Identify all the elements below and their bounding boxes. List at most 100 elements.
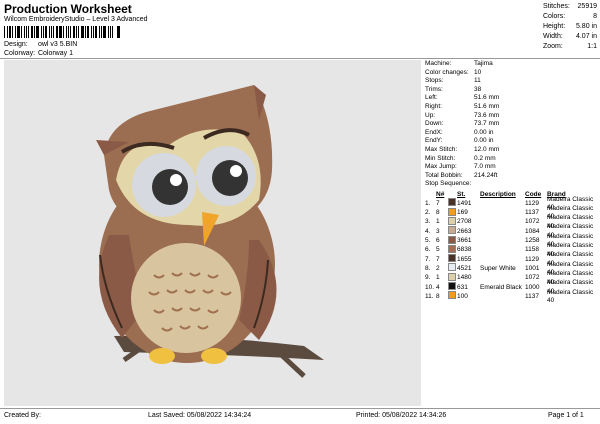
colorway-label: Colorway: — [4, 50, 36, 57]
barcode-bar — [87, 26, 89, 38]
stop-stitches: 4521 — [457, 264, 472, 272]
detail-row: Up: 73.6 mm — [425, 112, 597, 121]
barcode-bar — [28, 26, 30, 38]
detail-label: Max Jump: — [425, 163, 457, 171]
barcode-bar — [85, 26, 87, 38]
summary-label: Colors: — [543, 13, 566, 20]
stop-code: 1137 — [525, 209, 539, 217]
detail-value: 0.2 mm — [474, 154, 496, 162]
barcode-bar — [55, 26, 58, 38]
barcode-bar — [65, 26, 67, 38]
summary-row: Colors: 8 — [543, 12, 597, 22]
stop-code: 1129 — [525, 199, 539, 207]
detail-value: 0.00 in — [474, 128, 494, 136]
barcode-bar — [8, 26, 11, 38]
barcode-bar — [34, 26, 36, 38]
stop-code: 1072 — [525, 274, 540, 282]
detail-label: Right: — [425, 102, 442, 110]
barcode-bar — [67, 26, 70, 38]
stop-index: 2. — [425, 209, 431, 217]
detail-row: Machine: Tajima — [425, 60, 597, 69]
detail-value: Tajima — [474, 60, 493, 67]
design-row: Design: owl v3 5.BIN — [4, 41, 77, 48]
barcode-bar — [100, 26, 102, 38]
barcode-bar — [90, 26, 92, 38]
stop-code: 1158 — [525, 246, 539, 254]
barcode-bar — [76, 26, 78, 38]
detail-row: Max Jump: 7.0 mm — [425, 163, 597, 172]
stop-description: Super White — [480, 264, 516, 272]
detail-value: 11 — [474, 77, 481, 85]
stop-index: 6. — [425, 246, 431, 254]
detail-label: Left: — [425, 94, 438, 102]
barcode-bar — [16, 26, 20, 38]
detail-value: 7.0 mm — [474, 163, 496, 171]
stop-stitches: 631 — [457, 283, 468, 291]
stop-needle: 8 — [436, 292, 440, 300]
created-by: Created By: — [4, 412, 41, 419]
color-swatch-icon — [448, 291, 456, 300]
detail-row: EndY: 0.00 in — [425, 137, 597, 146]
barcode-bar — [23, 26, 26, 38]
detail-value: 73.7 mm — [474, 120, 500, 128]
design-value: owl v3 5.BIN — [37, 41, 78, 48]
stop-index: 1. — [425, 199, 431, 207]
owl-embroidery-image — [96, 85, 324, 378]
summary-label: Width: — [543, 33, 563, 40]
detail-label: EndX: — [425, 128, 443, 136]
barcode-bar — [58, 26, 62, 38]
stop-code: 1000 — [525, 283, 540, 291]
color-swatch-icon — [448, 244, 456, 253]
software-subtitle: Wilcom EmbroideryStudio – Level 3 Advanc… — [4, 16, 148, 23]
summary-row: Height: 5.80 in — [543, 22, 597, 32]
detail-value: 51.6 mm — [474, 102, 500, 110]
stop-code: 1084 — [525, 227, 540, 235]
detail-value: 0.00 in — [474, 137, 494, 145]
barcode-bar — [94, 26, 97, 38]
stop-code: 1258 — [525, 237, 540, 245]
header-stitches: St. — [457, 190, 466, 198]
stop-needle: 1 — [436, 274, 440, 282]
stop-needle: 3 — [436, 227, 440, 235]
detail-value: 38 — [474, 85, 482, 93]
stop-row: 11. 8 100 1137 Madeira Classic 40 — [425, 289, 597, 305]
barcode-bar — [11, 26, 13, 38]
stop-index: 11. — [425, 292, 434, 300]
stop-brand: Madeira Classic 40 — [547, 288, 594, 305]
detail-label: Up: — [425, 111, 436, 119]
barcode-bar — [26, 26, 28, 38]
barcode-mark: , — [117, 26, 120, 38]
summary-row: Stitches: 25919 — [543, 2, 597, 12]
color-swatch-icon — [448, 282, 456, 291]
footer-divider — [0, 408, 600, 409]
color-swatch-icon — [448, 263, 456, 272]
detail-row: EndX: 0.00 in — [425, 129, 597, 138]
summary-row: Zoom: 1:1 — [543, 42, 597, 52]
barcode-bar — [36, 26, 40, 38]
detail-value: 51.6 mm — [474, 94, 500, 102]
header-description: Description — [480, 190, 516, 198]
stop-stitches: 169 — [457, 209, 468, 217]
stop-index: 3. — [425, 218, 431, 226]
detail-label: Max Stitch: — [425, 145, 458, 153]
detail-row: Left: 51.6 mm — [425, 94, 597, 103]
stop-index: 7. — [425, 255, 431, 263]
barcode-bar — [14, 26, 16, 38]
stop-needle: 8 — [436, 209, 440, 217]
barcode-bar — [62, 26, 64, 38]
barcode-bar — [111, 26, 114, 38]
header-code: Code — [525, 190, 542, 198]
header-divider — [0, 58, 600, 59]
stop-needle: 2 — [436, 264, 440, 272]
stop-needle: 6 — [436, 237, 440, 245]
stop-sequence-list: 1. 7 1491 1129 Madeira Classic 40 2. 8 169 1137 M… — [425, 196, 597, 305]
barcode-bar — [31, 26, 34, 38]
barcode-bar — [45, 26, 47, 38]
barcode-bar — [92, 26, 94, 38]
summary-row: Width: 4.07 in — [543, 32, 597, 42]
detail-row: Color changes: 10 — [425, 69, 597, 78]
detail-label: Stops: — [425, 77, 444, 85]
barcode-bar — [43, 26, 45, 38]
barcode-bar — [70, 26, 72, 38]
summary-value: 1:1 — [587, 43, 597, 50]
